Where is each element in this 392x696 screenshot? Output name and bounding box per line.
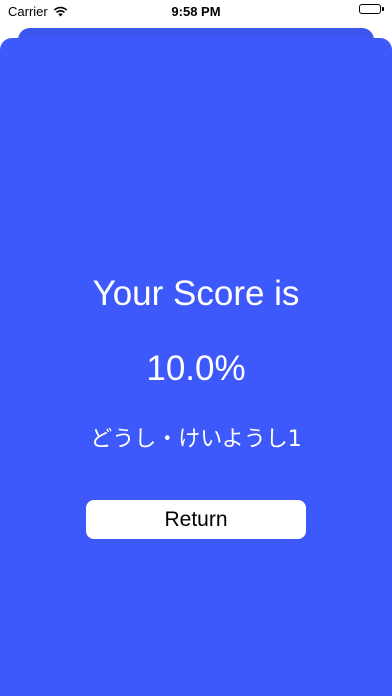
status-right bbox=[359, 4, 384, 14]
score-value: 10.0% bbox=[146, 349, 246, 388]
return-button[interactable]: Return bbox=[86, 500, 306, 539]
status-time: 9:58 PM bbox=[171, 4, 221, 19]
result-sheet: Your Score is 10.0% どうし・けいようし1 Return bbox=[0, 38, 392, 696]
battery-icon bbox=[359, 4, 384, 14]
status-bar: Carrier 9:58 PM bbox=[0, 0, 392, 22]
quiz-name: どうし・けいようし1 bbox=[90, 427, 302, 452]
score-title: Your Score is bbox=[92, 274, 300, 313]
